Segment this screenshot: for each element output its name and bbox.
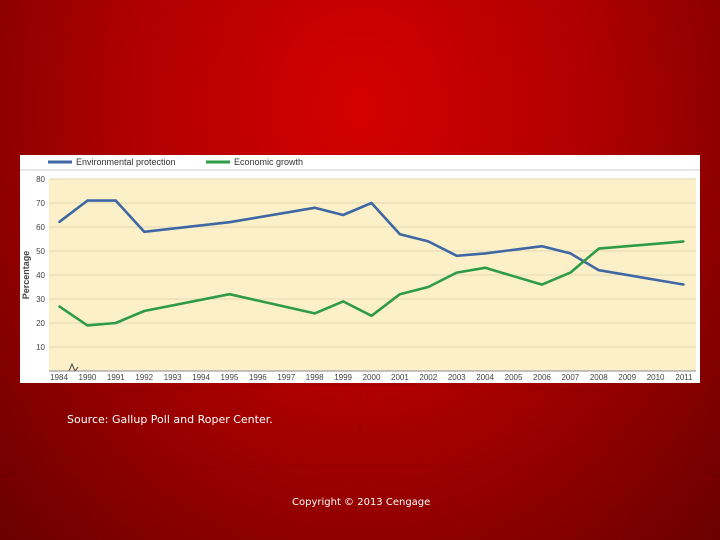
data-point xyxy=(86,199,89,202)
data-point xyxy=(342,214,344,216)
data-point xyxy=(313,207,316,209)
x-tick-label: 2010 xyxy=(647,373,665,382)
x-tick-label: 2001 xyxy=(391,373,409,382)
x-tick-label: 2008 xyxy=(590,373,608,382)
line-chart: 10 20 30 40 50 60 70 80 1984 1990 1991 1992 1993 1994… xyxy=(20,157,700,382)
x-tick-label: 2006 xyxy=(533,373,551,382)
x-tick-label: 1997 xyxy=(277,373,295,382)
copyright-note: Copyright © 2013 Cengage xyxy=(292,497,431,508)
data-point xyxy=(58,221,60,223)
x-tick-label: 1998 xyxy=(306,373,324,382)
data-point xyxy=(484,267,486,269)
chart-panel: 10 20 30 40 50 60 70 80 1984 1990 1991 1992 1993 1994… xyxy=(20,155,700,383)
x-tick-label: 1993 xyxy=(164,373,182,382)
data-point xyxy=(597,269,600,271)
x-tick-label: 1991 xyxy=(107,373,125,382)
x-tick-label: 1995 xyxy=(221,373,239,382)
legend-label: Environmental protection xyxy=(76,157,176,167)
x-tick-label: 2011 xyxy=(675,373,693,382)
data-point xyxy=(143,231,146,233)
data-point xyxy=(370,315,373,317)
data-point xyxy=(115,199,117,202)
x-tick-label: 1994 xyxy=(192,373,210,382)
data-point xyxy=(597,247,600,250)
data-point xyxy=(399,233,401,235)
x-tick-label: 2007 xyxy=(561,373,579,382)
data-point xyxy=(427,286,430,288)
y-tick-label: 60 xyxy=(36,223,45,232)
data-point xyxy=(455,255,458,257)
data-point xyxy=(143,310,146,312)
data-point xyxy=(228,221,231,223)
y-tick-label: 70 xyxy=(36,199,45,208)
x-tick-label: 2005 xyxy=(505,373,523,382)
y-tick-label: 20 xyxy=(36,319,45,328)
data-point xyxy=(399,293,401,295)
data-point xyxy=(569,271,572,274)
data-point xyxy=(683,283,685,286)
x-tick-label: 2004 xyxy=(476,373,494,382)
y-tick-label: 30 xyxy=(36,295,45,304)
x-tick-label: 1984 xyxy=(50,373,68,382)
data-point xyxy=(569,252,572,255)
x-tick-label: 2003 xyxy=(448,373,466,382)
x-tick-label: 1999 xyxy=(334,373,352,382)
data-point xyxy=(484,252,486,255)
x-tick-label: 2009 xyxy=(618,373,636,382)
x-tick-label: 2000 xyxy=(363,373,381,382)
data-point xyxy=(541,245,543,247)
source-note: Source: Gallup Poll and Roper Center. xyxy=(67,413,273,426)
y-tick-label: 10 xyxy=(36,343,45,352)
y-tick-label: 80 xyxy=(36,175,45,184)
data-point xyxy=(115,322,117,324)
x-tick-label: 1992 xyxy=(135,373,153,382)
data-point xyxy=(342,300,344,303)
y-axis-label: Percentage xyxy=(21,251,31,300)
y-tick-label: 50 xyxy=(36,247,45,256)
x-tick-label: 2002 xyxy=(419,373,437,382)
data-point xyxy=(427,240,430,243)
legend-label: Economic growth xyxy=(234,157,303,167)
data-point xyxy=(313,312,316,315)
x-tick-label: 1990 xyxy=(79,373,97,382)
data-point xyxy=(370,202,373,204)
x-tick-label: 1996 xyxy=(249,373,267,382)
data-point xyxy=(683,240,685,243)
data-point xyxy=(228,293,231,295)
y-tick-label: 40 xyxy=(36,271,45,280)
data-point xyxy=(541,283,543,286)
data-point xyxy=(86,324,89,327)
data-point xyxy=(455,271,458,274)
data-point xyxy=(58,305,60,307)
